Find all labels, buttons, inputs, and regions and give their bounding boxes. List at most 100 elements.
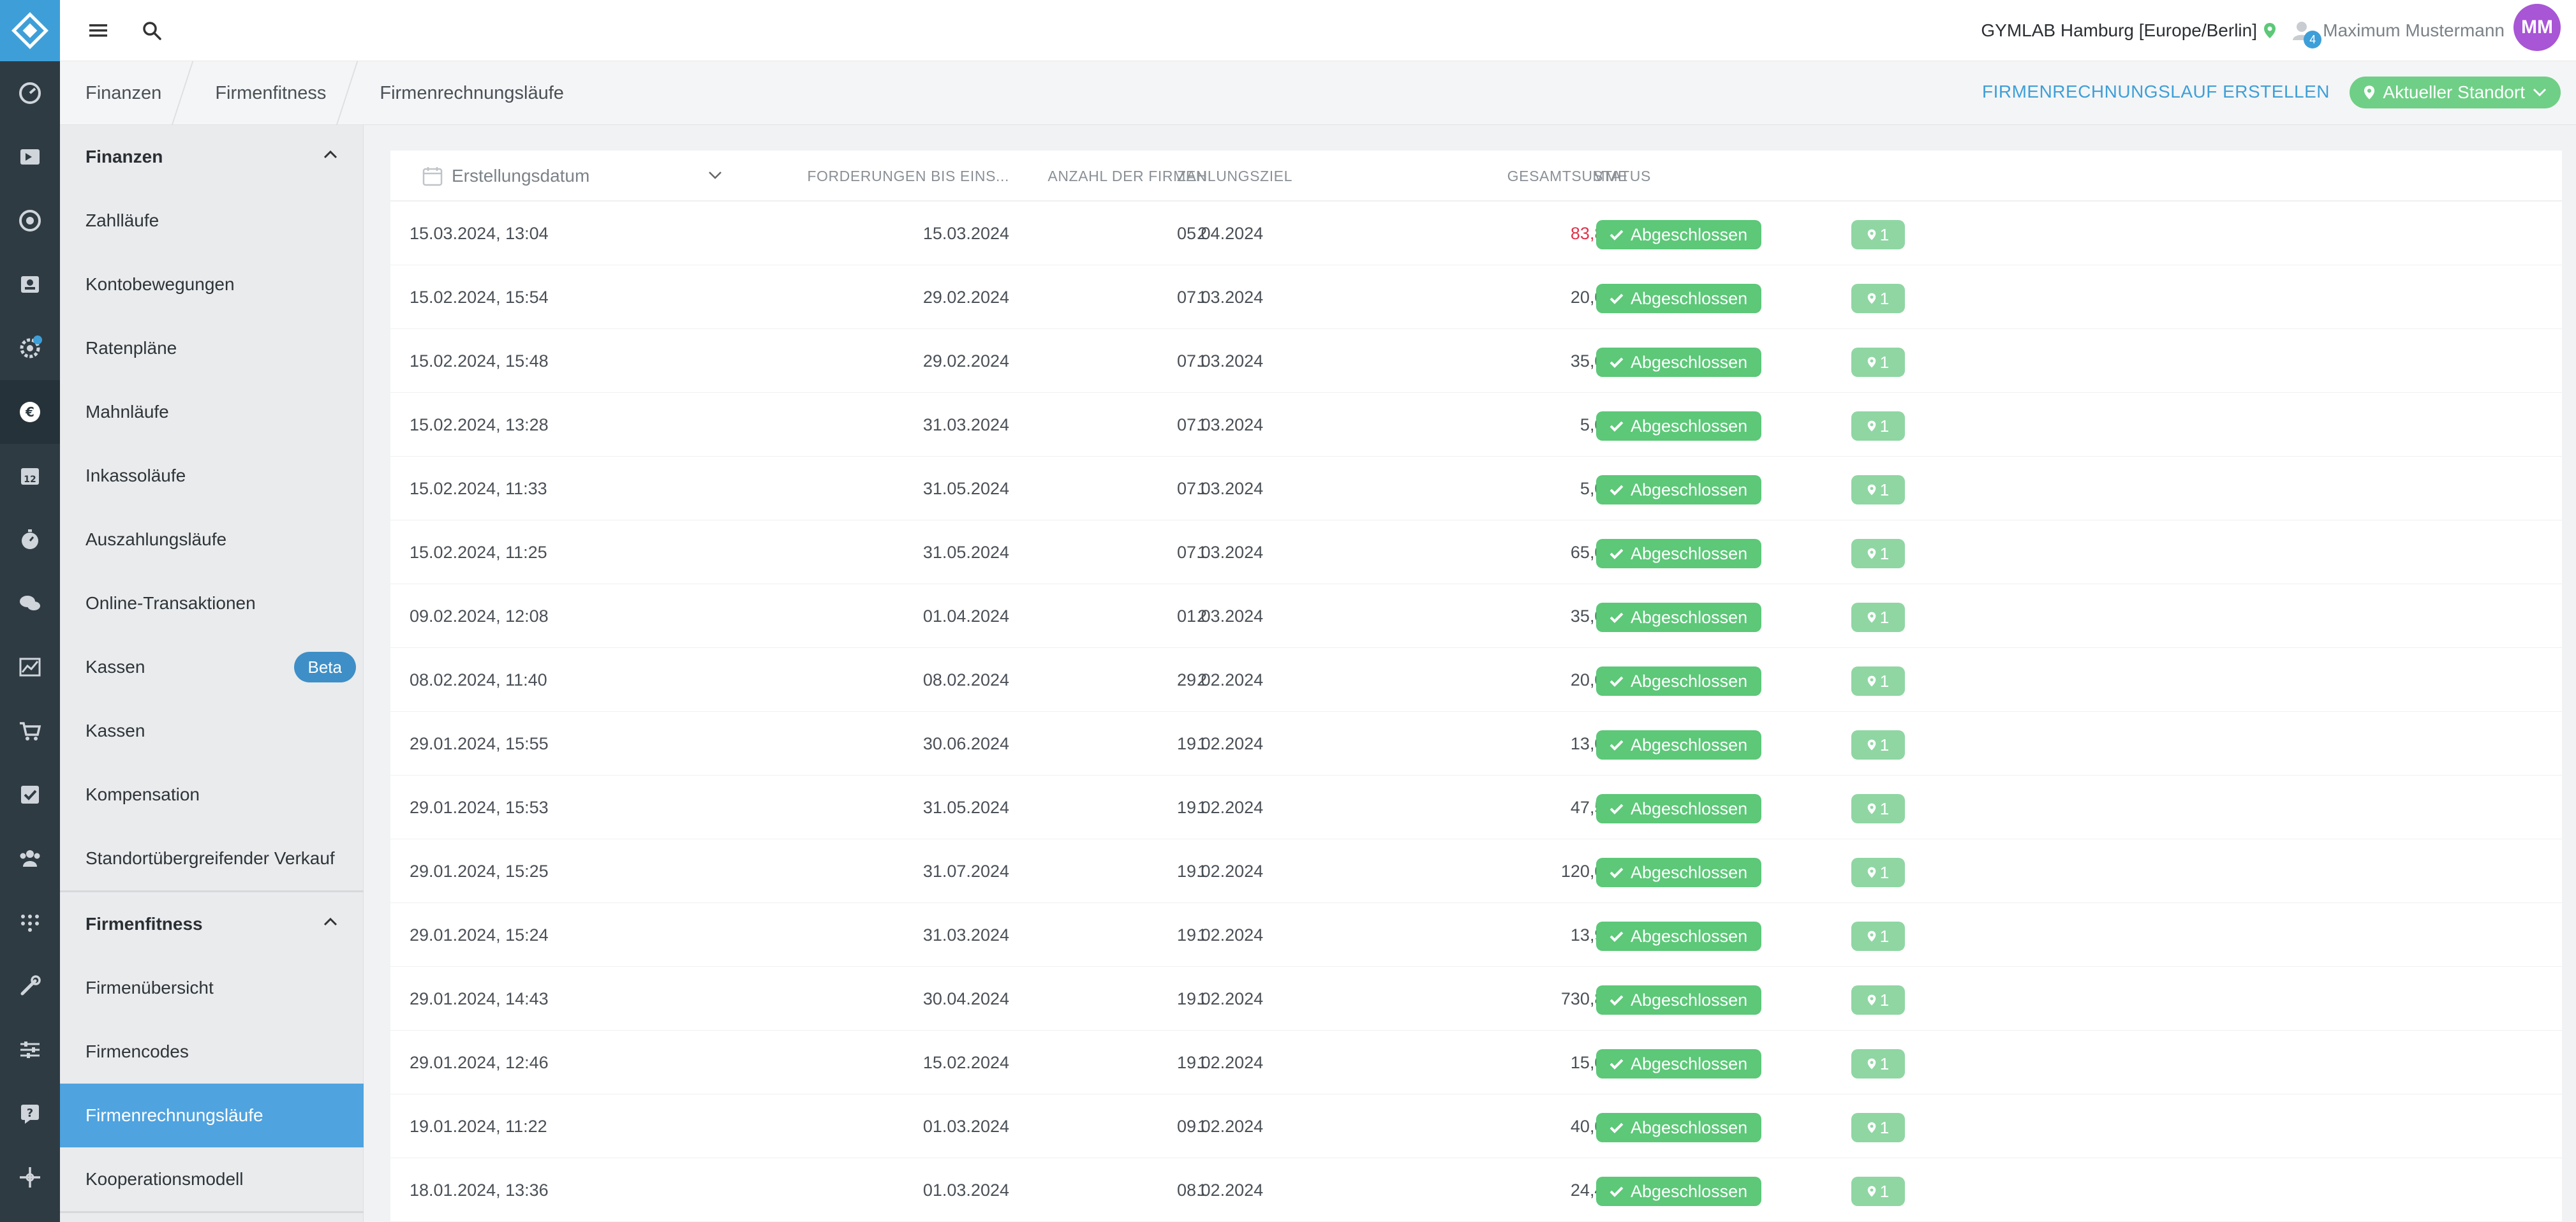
sidebar-section-finanzen[interactable]: Finanzen xyxy=(60,125,364,189)
rail-item-tools[interactable] xyxy=(0,954,60,1018)
location-count-badge[interactable]: 1 xyxy=(1851,284,1905,313)
location-count-badge[interactable]: 1 xyxy=(1851,1177,1905,1206)
location-count-badge[interactable]: 1 xyxy=(1851,1113,1905,1142)
rail-item-cart[interactable] xyxy=(0,699,60,763)
breadcrumb-item-firmenfitness[interactable]: Firmenfitness xyxy=(189,61,354,125)
rail-item-euro[interactable]: € xyxy=(0,380,60,444)
sidebar-item[interactable]: Ratenpläne xyxy=(60,316,364,380)
cell-created: 19.01.2024, 11:22 xyxy=(410,1116,547,1136)
location-selector[interactable]: GYMLAB Hamburg [Europe/Berlin] xyxy=(1981,19,2276,42)
table-row[interactable]: 15.02.2024, 11:3331.05.2024107.03.20245,… xyxy=(390,457,2562,520)
rail-item-help[interactable]: ? xyxy=(0,1082,60,1145)
table-row[interactable]: 15.02.2024, 15:48 29.02.2024 1 07.03.2024 35… xyxy=(390,329,2562,393)
location-count-badge[interactable]: 1 xyxy=(1851,1049,1905,1078)
cell-created: 29.01.2024, 15:55 xyxy=(410,733,549,753)
location-count-badge[interactable]: 1 xyxy=(1851,539,1905,568)
location-count-badge[interactable]: 1 xyxy=(1851,475,1905,504)
rail-item-network[interactable] xyxy=(0,890,60,954)
cell-due-date: 19.02.2024 xyxy=(1177,861,1264,881)
location-count-badge[interactable]: 1 xyxy=(1851,411,1905,441)
rail-item-tasks[interactable] xyxy=(0,763,60,827)
sidebar-item[interactable]: Firmenrechnungsläufe xyxy=(60,1084,364,1147)
cell-created: 15.02.2024, 15:48 xyxy=(410,351,549,371)
rail-item-timer[interactable] xyxy=(0,508,60,571)
rail-item-checkin[interactable] xyxy=(0,125,60,189)
sidebar-item[interactable]: Kompensation xyxy=(60,763,364,827)
sidebar-item[interactable]: Inkassoläufe xyxy=(60,444,364,508)
location-count-badge[interactable]: 1 xyxy=(1851,730,1905,760)
create-company-invoice-run-button[interactable]: FIRMENRECHNUNGSLAUF ERSTELLEN xyxy=(1982,82,2330,102)
location-filter-dropdown[interactable]: Aktueller Standort xyxy=(2350,77,2561,108)
sidebar-item[interactable]: Online-Transaktionen xyxy=(60,571,364,635)
table-row[interactable]: 19.01.2024, 11:22 01.03.2024 1 09.02.2024 40… xyxy=(390,1094,2562,1158)
map-pin-icon xyxy=(1867,675,1876,687)
location-count-badge[interactable]: 1 xyxy=(1851,858,1905,887)
rail-item-chat[interactable] xyxy=(0,571,60,635)
column-header-due[interactable]: ZAHLUNGSZIEL xyxy=(1177,151,1368,202)
cell-claims-until: 15.03.2024 xyxy=(922,223,1009,243)
rail-item-move[interactable] xyxy=(0,1145,60,1209)
app-logo[interactable] xyxy=(0,0,60,61)
table-row[interactable]: 15.02.2024, 11:25 31.05.2024 1 07.03.2024 65… xyxy=(390,520,2562,584)
cell-due-date: 08.02.2024 xyxy=(1177,1180,1264,1200)
sidebar-item[interactable]: Firmencodes xyxy=(60,1020,364,1084)
date-sort-dropdown[interactable]: Erstellungsdatum xyxy=(422,151,722,202)
location-count-badge[interactable]: 1 xyxy=(1851,220,1905,249)
location-count-badge[interactable]: 1 xyxy=(1851,794,1905,823)
cell-claims-until: 31.07.2024 xyxy=(922,861,1009,881)
location-count-badge[interactable]: 1 xyxy=(1851,348,1905,377)
table-row[interactable]: 29.01.2024, 15:55 30.06.2024 1 19.02.2024 13… xyxy=(390,712,2562,776)
timer-icon xyxy=(22,529,38,549)
table-row[interactable]: 15.02.2024, 13:2831.03.2024107.03.20245,… xyxy=(390,393,2562,457)
table-row[interactable]: 29.01.2024, 15:24 31.03.2024 1 19.02.2024 13… xyxy=(390,903,2562,967)
sidebar-item[interactable]: Zahlläufe xyxy=(60,189,364,253)
table-row[interactable]: 09.02.2024, 12:08 01.04.2024 2 01.03.2024 35… xyxy=(390,584,2562,648)
checkmark-icon xyxy=(1610,485,1624,496)
sidebar-item[interactable]: Kassen Beta xyxy=(60,635,364,699)
sidebar-item[interactable]: Standortübergreifender Verkauf xyxy=(60,827,364,890)
rail-item-calendar[interactable]: 12 xyxy=(0,444,60,508)
sidebar-section-firmenfitness[interactable]: Firmenfitness xyxy=(60,892,364,956)
status-badge: Abgeschlossen xyxy=(1596,1177,1762,1206)
rail-item-team[interactable] xyxy=(0,827,60,890)
sidebar-item[interactable]: Firmenübersicht xyxy=(60,956,364,1020)
rail-item-chart[interactable] xyxy=(0,635,60,699)
avatar[interactable]: MM xyxy=(2513,4,2561,51)
sidebar-item[interactable]: Auszahlungsläufe xyxy=(60,508,364,571)
search-icon xyxy=(143,22,161,40)
table-row[interactable]: 29.01.2024, 15:25 31.07.2024 1 19.02.2024 12… xyxy=(390,839,2562,903)
rail-item-dashboard[interactable] xyxy=(0,61,60,125)
table-row[interactable]: 15.03.2024, 13:04 15.03.2024 2 05.04.2024 83… xyxy=(390,202,2562,265)
cell-due-date: 19.02.2024 xyxy=(1177,925,1264,945)
table-row[interactable]: 15.02.2024, 15:54 29.02.2024 1 07.03.2024 20… xyxy=(390,265,2562,329)
table-row[interactable]: 29.01.2024, 12:46 15.02.2024 1 19.02.2024 15… xyxy=(390,1031,2562,1094)
location-count-badge[interactable]: 1 xyxy=(1851,666,1905,696)
column-header-companies[interactable]: ANZAHL DER FIRMEN xyxy=(1003,151,1207,202)
notifications-button[interactable]: 4 xyxy=(2291,19,2322,48)
rail-item-sliders[interactable] xyxy=(0,1018,60,1082)
calendar-icon: 12 xyxy=(21,468,39,485)
table-row[interactable]: 08.02.2024, 11:40 08.02.2024 2 29.02.2024 20… xyxy=(390,648,2562,712)
table-row[interactable]: 29.01.2024, 15:53 31.05.2024 1 19.02.2024 47… xyxy=(390,776,2562,839)
location-count-badge[interactable]: 1 xyxy=(1851,603,1905,632)
user-menu[interactable]: 4 Maximum Mustermann xyxy=(2291,19,2505,48)
table-row[interactable]: 29.01.2024, 14:43 30.04.2024 1 19.02.2024 73… xyxy=(390,967,2562,1031)
search-button[interactable] xyxy=(137,15,167,46)
sidebar-item[interactable]: Mahnläufe xyxy=(60,380,364,444)
rail-item-record[interactable] xyxy=(0,189,60,253)
column-header-claims[interactable]: FORDERUNGEN BIS EINS... xyxy=(760,151,1009,202)
sidebar-item[interactable]: Kassen xyxy=(60,699,364,763)
breadcrumb-item-finanzen[interactable]: Finanzen xyxy=(60,61,189,125)
column-header-status[interactable]: STATUS xyxy=(1593,151,1721,202)
rail-item-members[interactable] xyxy=(0,253,60,316)
sidebar-item[interactable]: Kontobewegungen xyxy=(60,253,364,316)
location-count: 1 xyxy=(1879,480,1890,499)
notification-dot xyxy=(33,335,42,344)
menu-toggle-button[interactable] xyxy=(83,15,114,46)
rail-item-settings-gear[interactable] xyxy=(0,316,60,380)
sidebar-item[interactable]: Kooperationsmodell xyxy=(60,1147,364,1211)
checkmark-icon xyxy=(1610,740,1624,751)
location-count-badge[interactable]: 1 xyxy=(1851,985,1905,1015)
location-count-badge[interactable]: 1 xyxy=(1851,922,1905,951)
table-row[interactable]: 18.01.2024, 13:36 01.03.2024 1 08.02.2024 24… xyxy=(390,1158,2562,1222)
